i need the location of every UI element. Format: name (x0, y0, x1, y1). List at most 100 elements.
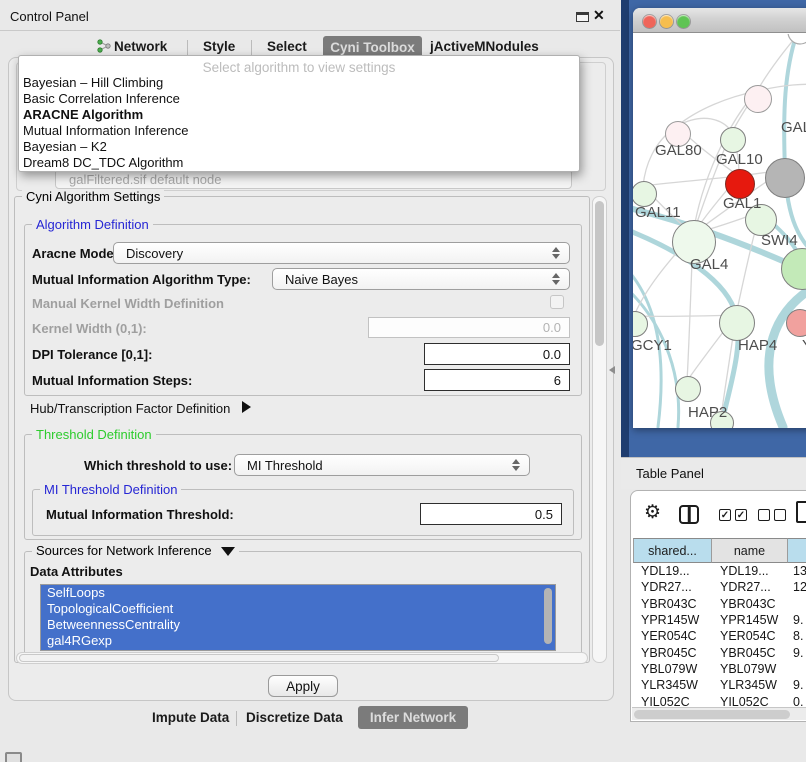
scrollbar-thumb[interactable] (19, 654, 499, 662)
mi-type-value: Naive Bayes (285, 272, 358, 287)
network-node-hap2[interactable] (675, 376, 701, 402)
dropdown-item-highlighted[interactable]: ARACNE Algorithm (20, 107, 575, 123)
tab-select[interactable]: Select (267, 39, 307, 54)
network-selector-combo[interactable]: galFiltered.sif default node (55, 169, 572, 189)
node-label: GAL80 (655, 142, 702, 159)
tab-infer-network[interactable]: Infer Network (358, 706, 468, 729)
node-label: GAL (781, 119, 806, 136)
manual-kernel-checkbox[interactable] (550, 295, 564, 309)
table-cell: YDR27... (712, 580, 788, 594)
settings-horizontal-scrollbar[interactable] (16, 652, 588, 664)
network-node-gray[interactable] (765, 158, 805, 198)
table-cell: YIL052C (712, 695, 788, 707)
table-cell: 13 (788, 564, 806, 578)
hub-definition-expander[interactable]: Hub/Transcription Factor Definition (30, 401, 251, 416)
deselect-all-checkbox-icon[interactable] (758, 509, 770, 521)
dropdown-item[interactable]: Dream8 DC_TDC Algorithm (20, 155, 575, 171)
columns-icon[interactable] (679, 505, 699, 524)
table-rows: YDL19... YDL19... 13 YDR27... YDR27... 1… (633, 563, 806, 707)
algorithm-definition-title: Algorithm Definition (32, 217, 153, 232)
close-traffic-light[interactable] (643, 15, 656, 28)
data-attributes-label: Data Attributes (30, 564, 123, 579)
node-label: GAL1 (723, 195, 761, 212)
select-all-checkbox-icon[interactable]: ✓ (719, 509, 731, 521)
manual-kernel-label: Manual Kernel Width Definition (32, 296, 224, 311)
table-panel-header: Table Panel (621, 457, 806, 489)
tab-jactivemnodules[interactable]: jActiveMNodules (430, 39, 539, 54)
aracne-mode-value: Discovery (126, 246, 183, 261)
network-icon (97, 39, 111, 53)
algorithm-combo-placeholder[interactable]: Select algorithm to view settings (19, 60, 579, 75)
network-node-hap4[interactable] (719, 305, 755, 341)
node-label: HAP4 (738, 337, 777, 354)
table-cell: 9. (788, 678, 806, 692)
zoom-traffic-light[interactable] (677, 15, 690, 28)
spinner-arrows-icon (512, 459, 520, 471)
minimized-panel-icon[interactable] (5, 752, 22, 762)
mi-threshold-field[interactable]: 0.5 (420, 503, 562, 525)
spinner-arrows-icon (552, 247, 560, 259)
spinner-arrows-icon (552, 273, 560, 285)
node-label: GAL4 (690, 256, 728, 273)
apply-button[interactable]: Apply (268, 675, 338, 697)
kernel-width-label: Kernel Width (0,1): (32, 321, 147, 336)
tab-impute-data[interactable]: Impute Data (152, 710, 229, 725)
select-all-checkbox-icon[interactable]: ✓ (735, 509, 747, 521)
splitter-collapse-arrow[interactable] (609, 366, 615, 374)
tab-discretize-data[interactable]: Discretize Data (246, 710, 343, 725)
tab-separator (251, 40, 252, 55)
dropdown-item[interactable]: Bayesian – Hill Climbing (20, 75, 575, 91)
which-threshold-value: MI Threshold (247, 458, 323, 473)
table-horizontal-scrollbar[interactable] (632, 707, 806, 720)
mi-steps-label: Mutual Information Steps: (32, 373, 192, 388)
mi-type-combo[interactable]: Naive Bayes (272, 268, 570, 290)
table-cell: YER054C (712, 629, 788, 643)
network-window-titlebar[interactable] (633, 8, 806, 33)
mi-threshold-group-title: MI Threshold Definition (40, 482, 181, 497)
list-item[interactable]: TopologicalCoefficient (41, 601, 555, 617)
aracne-mode-combo[interactable]: Discovery (113, 242, 570, 264)
dropdown-item[interactable]: Mutual Information Inference (20, 123, 575, 139)
list-scrollbar-thumb[interactable] (544, 588, 552, 644)
column-header-name[interactable]: name (712, 538, 788, 563)
network-node-gal10[interactable] (720, 127, 746, 153)
dropdown-item[interactable]: Bayesian – K2 (20, 139, 575, 155)
tab-style[interactable]: Style (203, 39, 235, 54)
deselect-all-checkbox-icon[interactable] (774, 509, 786, 521)
network-node-salmon[interactable] (786, 309, 806, 337)
table-cell: YLR345W (633, 678, 712, 692)
list-item[interactable]: gal4RGexp (41, 633, 555, 649)
settings-vertical-scrollbar[interactable] (592, 196, 607, 663)
list-item[interactable]: BetweennessCentrality (41, 617, 555, 633)
column-header-partial[interactable] (788, 538, 806, 563)
control-panel-titlebar: Control Panel ✕ (0, 0, 620, 31)
network-node-unlabeled-pink[interactable] (744, 85, 772, 113)
dpi-tolerance-label: DPI Tolerance [0,1]: (32, 347, 152, 362)
column-header-shared-name[interactable]: shared... (633, 538, 712, 563)
table-cell: YBR045C (712, 646, 788, 660)
float-window-button[interactable] (576, 12, 589, 22)
scrollbar-thumb[interactable] (634, 710, 790, 719)
list-item[interactable]: SelfLoops (41, 585, 555, 601)
tab-network[interactable]: Network (114, 39, 167, 54)
minimize-traffic-light[interactable] (660, 15, 673, 28)
which-threshold-combo[interactable]: MI Threshold (234, 454, 530, 476)
file-icon[interactable] (796, 501, 806, 523)
kernel-width-field[interactable]: 0.0 (368, 317, 570, 338)
network-canvas[interactable]: GAL80 GAL10 GAL1 GAL11 SWI4 GAL4 GCY1 HA… (633, 34, 806, 428)
table-cell: YBR043C (633, 597, 712, 611)
table-cell: YDL19... (712, 564, 788, 578)
sources-group-title: Sources for Network Inference (36, 543, 212, 558)
gear-icon[interactable]: ⚙ (644, 503, 661, 522)
mi-steps-field[interactable]: 6 (424, 369, 570, 391)
table-cell: YBR043C (712, 597, 788, 611)
scrollbar-thumb[interactable] (595, 201, 604, 346)
mi-threshold-label: Mutual Information Threshold: (46, 507, 234, 522)
sources-group-header[interactable]: Sources for Network Inference (32, 543, 239, 558)
close-icon[interactable]: ✕ (593, 7, 605, 24)
table-header-row: shared... name (633, 538, 806, 563)
dropdown-item[interactable]: Basic Correlation Inference (20, 91, 575, 107)
table-cell: YPR145W (712, 613, 788, 627)
table-cell: 8. (788, 629, 806, 643)
dpi-tolerance-field[interactable]: 0.0 (424, 343, 570, 365)
